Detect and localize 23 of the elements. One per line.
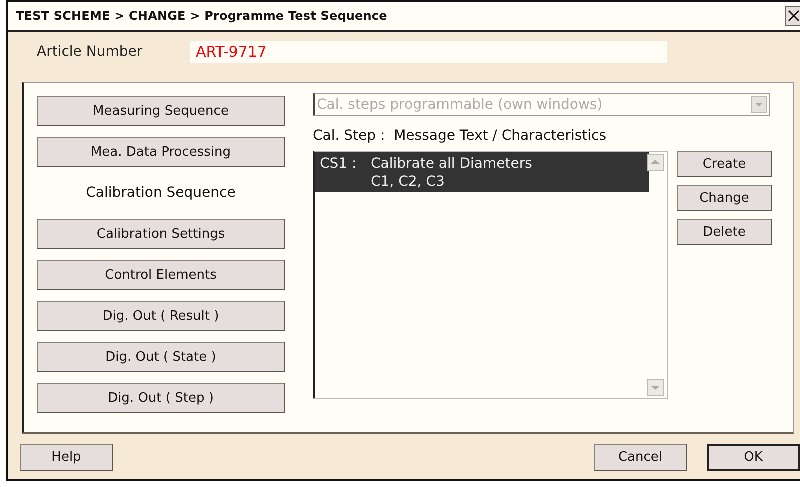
field-label: Article Number: [37, 44, 144, 60]
section-button[interactable]: Dig. Out ( Step ): [37, 383, 285, 413]
close-icon[interactable]: [785, 6, 800, 26]
step-list[interactable]: CS1 : Calibrate all Diameters C1, C2, C3: [313, 151, 668, 399]
ok-button[interactable]: OK: [707, 444, 800, 471]
section-button[interactable]: Control Elements: [37, 260, 285, 290]
current-section-label: Calibration Sequence: [86, 185, 236, 201]
cancel-button[interactable]: Cancel: [594, 444, 687, 471]
list-item[interactable]: CS1 : Calibrate all Diameters C1, C2, C3: [315, 152, 649, 192]
section-button[interactable]: Mea. Data Processing: [37, 137, 285, 167]
list-header: Cal. Step : Message Text / Characteristics: [313, 128, 608, 146]
section-button[interactable]: Measuring Sequence: [37, 96, 285, 126]
scroll-up-icon[interactable]: [647, 154, 664, 171]
scroll-down-icon[interactable]: [647, 379, 664, 396]
step-action-button[interactable]: Delete: [677, 219, 772, 245]
section-button[interactable]: Dig. Out ( State ): [37, 342, 285, 372]
help-button[interactable]: Help: [20, 444, 113, 471]
step-action-button[interactable]: Create: [677, 151, 772, 177]
window-title: TEST SCHEME > CHANGE > Programme Test Sequence: [16, 9, 388, 23]
step-action-button[interactable]: Change: [677, 185, 772, 211]
article-number-field[interactable]: ART-9717: [190, 41, 667, 63]
section-button[interactable]: Dig. Out ( Result ): [37, 301, 285, 331]
section-button[interactable]: Calibration Settings: [37, 219, 285, 249]
